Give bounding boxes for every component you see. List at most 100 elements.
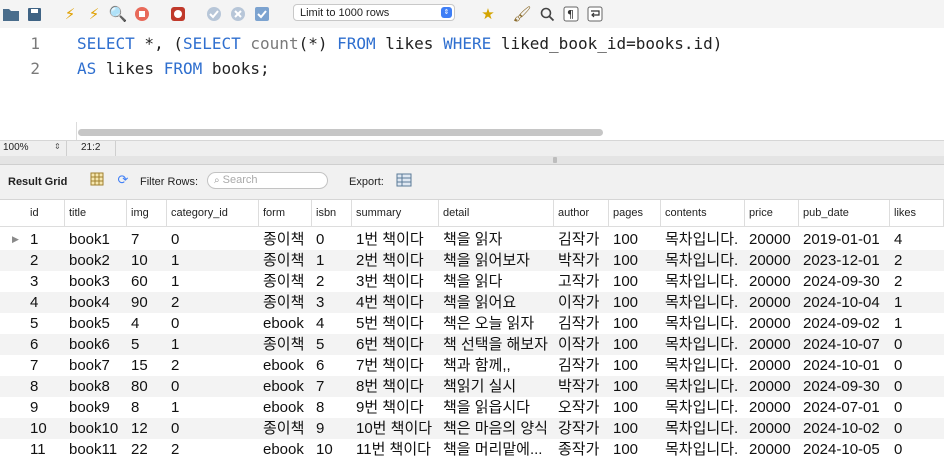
table-cell[interactable]: 0 (890, 334, 944, 355)
table-cell[interactable]: 김작가 (554, 229, 609, 250)
table-cell[interactable]: 20000 (745, 355, 799, 376)
wrap-icon[interactable] (585, 4, 605, 24)
table-cell[interactable]: 0 (890, 418, 944, 439)
table-cell[interactable]: 7 (127, 229, 167, 250)
table-cell[interactable]: 김작가 (554, 313, 609, 334)
column-header-isbn[interactable]: isbn (312, 200, 352, 226)
column-header-contents[interactable]: contents (661, 200, 745, 226)
table-cell[interactable]: 100 (609, 334, 661, 355)
table-row[interactable]: 6 book6 5 1 종이책 5 6번 책이다 책 선택을 해보자 이작가 100 목차입니다. 2… (0, 334, 944, 355)
table-cell[interactable]: 1 (26, 229, 65, 250)
table-cell[interactable]: book9 (65, 397, 127, 418)
table-cell[interactable]: 8 (26, 376, 65, 397)
rollback-icon[interactable] (228, 4, 248, 24)
table-cell[interactable]: 목차입니다. (661, 229, 745, 250)
table-cell[interactable]: 종작가 (554, 439, 609, 460)
table-cell[interactable]: 2번 책이다 (352, 250, 439, 271)
table-cell[interactable]: 100 (609, 418, 661, 439)
table-cell[interactable]: 1번 책이다 (352, 229, 439, 250)
table-cell[interactable]: 20000 (745, 250, 799, 271)
column-header-summary[interactable]: summary (352, 200, 439, 226)
table-row[interactable]: 11 book11 22 2 ebook 10 11번 책이다 책을 머리맡에... 종작가 10… (0, 439, 944, 460)
table-cell[interactable]: book2 (65, 250, 127, 271)
table-cell[interactable]: book10 (65, 418, 127, 439)
table-cell[interactable]: 책을 읽자 (439, 229, 554, 250)
table-cell[interactable]: 1 (312, 250, 352, 271)
table-cell[interactable]: ebook (259, 439, 312, 460)
table-cell[interactable]: 100 (609, 397, 661, 418)
table-cell[interactable]: 20000 (745, 313, 799, 334)
table-cell[interactable]: 오작가 (554, 397, 609, 418)
table-cell[interactable]: 책을 읽읍시다 (439, 397, 554, 418)
table-cell[interactable]: 100 (609, 376, 661, 397)
table-cell[interactable]: 5 (26, 313, 65, 334)
table-cell[interactable]: 1 (167, 397, 259, 418)
table-cell[interactable]: 책 선택을 해보자 (439, 334, 554, 355)
table-cell[interactable]: 0 (890, 376, 944, 397)
filter-search-input[interactable]: ⌕ Search (207, 172, 328, 189)
table-cell[interactable]: ebook (259, 376, 312, 397)
open-folder-icon[interactable] (1, 4, 21, 24)
table-cell[interactable]: 8 (312, 397, 352, 418)
explain-icon[interactable]: 🔍 (108, 4, 128, 24)
table-cell[interactable]: 책을 읽어요 (439, 292, 554, 313)
table-cell[interactable]: 책읽기 실시 (439, 376, 554, 397)
table-row[interactable]: ▶ 1 book1 7 0 종이책 0 1번 책이다 책을 읽자 김작가 100 목차입니다. 2000… (0, 229, 944, 250)
export-icon[interactable] (396, 172, 412, 188)
table-cell[interactable]: 20000 (745, 292, 799, 313)
table-row[interactable]: 9 book9 8 1 ebook 8 9번 책이다 책을 읽읍시다 오작가 100 목차입니다. 2… (0, 397, 944, 418)
table-cell[interactable]: 0 (312, 229, 352, 250)
table-cell[interactable]: ebook (259, 313, 312, 334)
commit-icon[interactable] (204, 4, 224, 24)
table-cell[interactable]: 100 (609, 313, 661, 334)
table-cell[interactable]: 11 (26, 439, 65, 460)
table-cell[interactable]: 3번 책이다 (352, 271, 439, 292)
table-cell[interactable]: 100 (609, 292, 661, 313)
horizontal-scrollbar[interactable] (78, 129, 603, 136)
table-cell[interactable]: 목차입니다. (661, 376, 745, 397)
table-cell[interactable]: 10번 책이다 (352, 418, 439, 439)
table-row[interactable]: 10 book10 12 0 종이책 9 10번 책이다 책은 마음의 양식 강작가 100 목차입… (0, 418, 944, 439)
table-cell[interactable]: 강작가 (554, 418, 609, 439)
table-cell[interactable]: 12 (127, 418, 167, 439)
table-cell[interactable]: 1 (167, 250, 259, 271)
table-cell[interactable]: 0 (890, 355, 944, 376)
table-cell[interactable]: 1 (890, 292, 944, 313)
table-cell[interactable]: 2 (167, 439, 259, 460)
find-icon[interactable] (537, 4, 557, 24)
table-cell[interactable]: 8번 책이다 (352, 376, 439, 397)
table-cell[interactable]: 2024-09-30 (799, 376, 890, 397)
table-cell[interactable]: 책은 마음의 양식 (439, 418, 554, 439)
table-cell[interactable]: book11 (65, 439, 127, 460)
table-cell[interactable]: 10 (127, 250, 167, 271)
column-header-img[interactable]: img (127, 200, 167, 226)
table-cell[interactable]: 9번 책이다 (352, 397, 439, 418)
code-line[interactable]: SELECT *, (SELECT count(*) FROM likes WH… (77, 34, 722, 53)
table-cell[interactable]: 2024-10-07 (799, 334, 890, 355)
save-icon[interactable] (24, 4, 44, 24)
column-header-likes[interactable]: likes (890, 200, 944, 226)
table-cell[interactable]: 5번 책이다 (352, 313, 439, 334)
table-cell[interactable]: 10 (26, 418, 65, 439)
column-header-detail[interactable]: detail (439, 200, 554, 226)
table-cell[interactable]: 종이책 (259, 292, 312, 313)
table-cell[interactable]: 2024-10-01 (799, 355, 890, 376)
table-cell[interactable]: book1 (65, 229, 127, 250)
table-cell[interactable]: ebook (259, 397, 312, 418)
autocommit-icon[interactable] (252, 4, 272, 24)
table-cell[interactable]: 종이책 (259, 418, 312, 439)
table-cell[interactable]: 종이책 (259, 271, 312, 292)
table-cell[interactable]: 4 (312, 313, 352, 334)
table-cell[interactable]: 3 (26, 271, 65, 292)
table-cell[interactable]: 90 (127, 292, 167, 313)
grid-view-icon[interactable] (89, 172, 105, 188)
table-cell[interactable]: 1 (890, 313, 944, 334)
table-cell[interactable]: 7 (312, 376, 352, 397)
table-cell[interactable]: 20000 (745, 229, 799, 250)
table-cell[interactable]: 이작가 (554, 334, 609, 355)
table-cell[interactable]: 4 (26, 292, 65, 313)
panel-splitter[interactable] (0, 156, 944, 165)
table-cell[interactable]: 100 (609, 439, 661, 460)
table-cell[interactable]: 2 (312, 271, 352, 292)
table-cell[interactable]: 4번 책이다 (352, 292, 439, 313)
